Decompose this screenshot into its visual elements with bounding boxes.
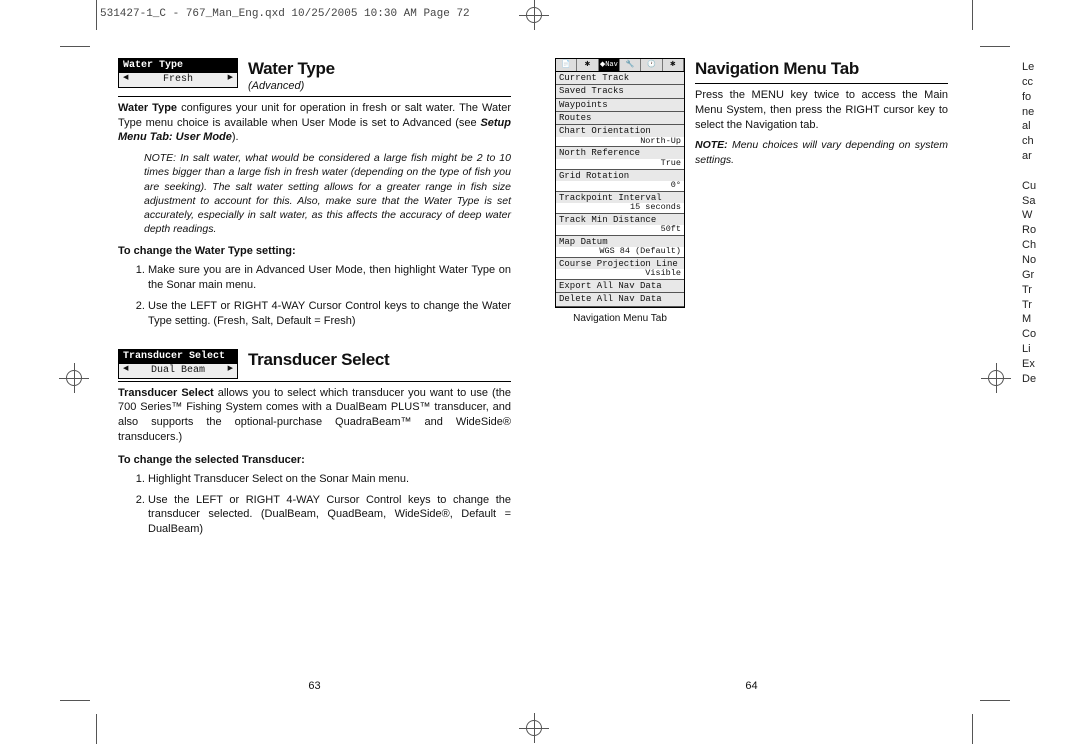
note-text: NOTE: In salt water, what would be consi… [144,151,511,236]
cutoff-fragment: Tr [1022,298,1080,313]
nav-menu-value: 15 seconds [556,203,684,213]
body-text: Press the MENU key twice to access the M… [695,88,948,133]
nav-menu-item: Map DatumWGS 84 (Default) [556,236,684,258]
cutoff-fragment: Ro [1022,223,1080,238]
page-spread: Water Type Fresh Water Type (Advanced) W… [118,58,948,694]
step-list: Highlight Transducer Select on the Sonar… [138,472,511,537]
registration-mark [526,7,542,23]
cutoff-fragment: Cu [1022,179,1080,194]
nav-menu-item: Current Track [556,72,684,85]
cutoff-fragment: Ch [1022,238,1080,253]
cutoff-fragment: M [1022,312,1080,327]
cutoff-fragment: W [1022,208,1080,223]
crop-mark [96,0,97,30]
transducer-device-box: Transducer Select Dual Beam [118,349,238,379]
nav-menu-item: Course Projection LineVisible [556,258,684,280]
device-box-value: Fresh [119,73,237,87]
water-type-device-box: Water Type Fresh [118,58,238,88]
cutoff-fragment: ne [1022,105,1080,120]
nav-menu-item: Saved Tracks [556,85,684,98]
nav-tab: ◆Nav [599,59,620,71]
page-right: 📄✱◆Nav🔧🕐✱ Current TrackSaved TracksWaypo… [555,58,948,694]
crop-mark [980,700,1010,701]
nav-menu-value: True [556,159,684,169]
figure-caption: Navigation Menu Tab [555,312,685,326]
nav-menu-item: Track Min Distance50ft [556,214,684,236]
nav-tabbar: 📄✱◆Nav🔧🕐✱ [556,59,684,72]
nav-menu-item: Chart OrientationNorth-Up [556,125,684,147]
section-subtitle: (Advanced) [248,79,511,94]
nav-tab: 🕐 [641,59,662,71]
step-list: Make sure you are in Advanced User Mode,… [138,263,511,328]
body-text: Transducer Select allows you to select w… [118,386,511,445]
cutoff-fragment: Ex [1022,357,1080,372]
next-page-sliver: Leccfonealchar CuSaWRoChNoGrTrTrMCoLiExD… [1022,60,1080,387]
registration-mark [526,720,542,736]
crop-mark [96,714,97,744]
nav-tab: ✱ [577,59,598,71]
nav-tab: ✱ [663,59,684,71]
subsection-heading: To change the Water Type setting: [118,244,511,259]
nav-menu-value: 0° [556,181,684,191]
cutoff-fragment: al [1022,119,1080,134]
step-item: Highlight Transducer Select on the Sonar… [148,472,511,487]
subsection-heading: To change the selected Transducer: [118,453,511,468]
cutoff-fragment: fo [1022,90,1080,105]
cutoff-fragment: Tr [1022,283,1080,298]
crop-mark [980,46,1010,47]
step-item: Use the LEFT or RIGHT 4-WAY Cursor Contr… [148,299,511,329]
crop-mark [60,700,90,701]
registration-mark [66,370,82,386]
section-title: Navigation Menu Tab [695,58,948,84]
device-box-title: Water Type [119,59,237,73]
nav-menu-item: Grid Rotation0° [556,170,684,192]
nav-menu-item: Delete All Nav Data [556,293,684,306]
cutoff-fragment: Gr [1022,268,1080,283]
page-number: 63 [118,679,511,694]
body-text: Water Type configures your unit for oper… [118,101,511,146]
nav-menu-item: North ReferenceTrue [556,147,684,169]
step-item: Use the LEFT or RIGHT 4-WAY Cursor Contr… [148,493,511,538]
crop-mark [60,46,90,47]
device-box-value: Dual Beam [119,364,237,378]
cutoff-fragment: Co [1022,327,1080,342]
section-title: Transducer Select [248,349,511,372]
cutoff-fragment: Le [1022,60,1080,75]
crop-mark [972,714,973,744]
cutoff-fragment: Sa [1022,194,1080,209]
nav-menu-item: Trackpoint Interval15 seconds [556,192,684,214]
nav-menu-item: Waypoints [556,99,684,112]
page-number: 64 [555,679,948,694]
crop-mark [972,0,973,30]
registration-mark [988,370,1004,386]
nav-menu-box: 📄✱◆Nav🔧🕐✱ Current TrackSaved TracksWaypo… [555,58,685,308]
cutoff-fragment: ch [1022,134,1080,149]
nav-menu-value: North-Up [556,137,684,147]
water-type-header: Water Type Fresh Water Type (Advanced) [118,58,511,97]
nav-tab: 🔧 [620,59,641,71]
cutoff-fragment: De [1022,372,1080,387]
nav-menu-value: WGS 84 (Default) [556,247,684,257]
nav-menu-figure: 📄✱◆Nav🔧🕐✱ Current TrackSaved TracksWaypo… [555,58,685,325]
nav-menu-value: 50ft [556,225,684,235]
print-header: 531427-1_C - 767_Man_Eng.qxd 10/25/2005 … [100,8,470,20]
nav-menu-item: Export All Nav Data [556,280,684,293]
step-item: Make sure you are in Advanced User Mode,… [148,263,511,293]
cutoff-fragment: No [1022,253,1080,268]
page-left: Water Type Fresh Water Type (Advanced) W… [118,58,511,694]
nav-menu-value: Visible [556,269,684,279]
nav-tab: 📄 [556,59,577,71]
cutoff-fragment: cc [1022,75,1080,90]
note-text: NOTE: Menu choices will vary depending o… [695,138,948,166]
nav-menu-item: Routes [556,112,684,125]
device-box-title: Transducer Select [119,350,237,364]
cutoff-fragment: ar [1022,149,1080,164]
cutoff-fragment [1022,164,1080,179]
cutoff-fragment: Li [1022,342,1080,357]
transducer-header: Transducer Select Dual Beam Transducer S… [118,349,511,382]
section-title: Water Type [248,58,511,81]
